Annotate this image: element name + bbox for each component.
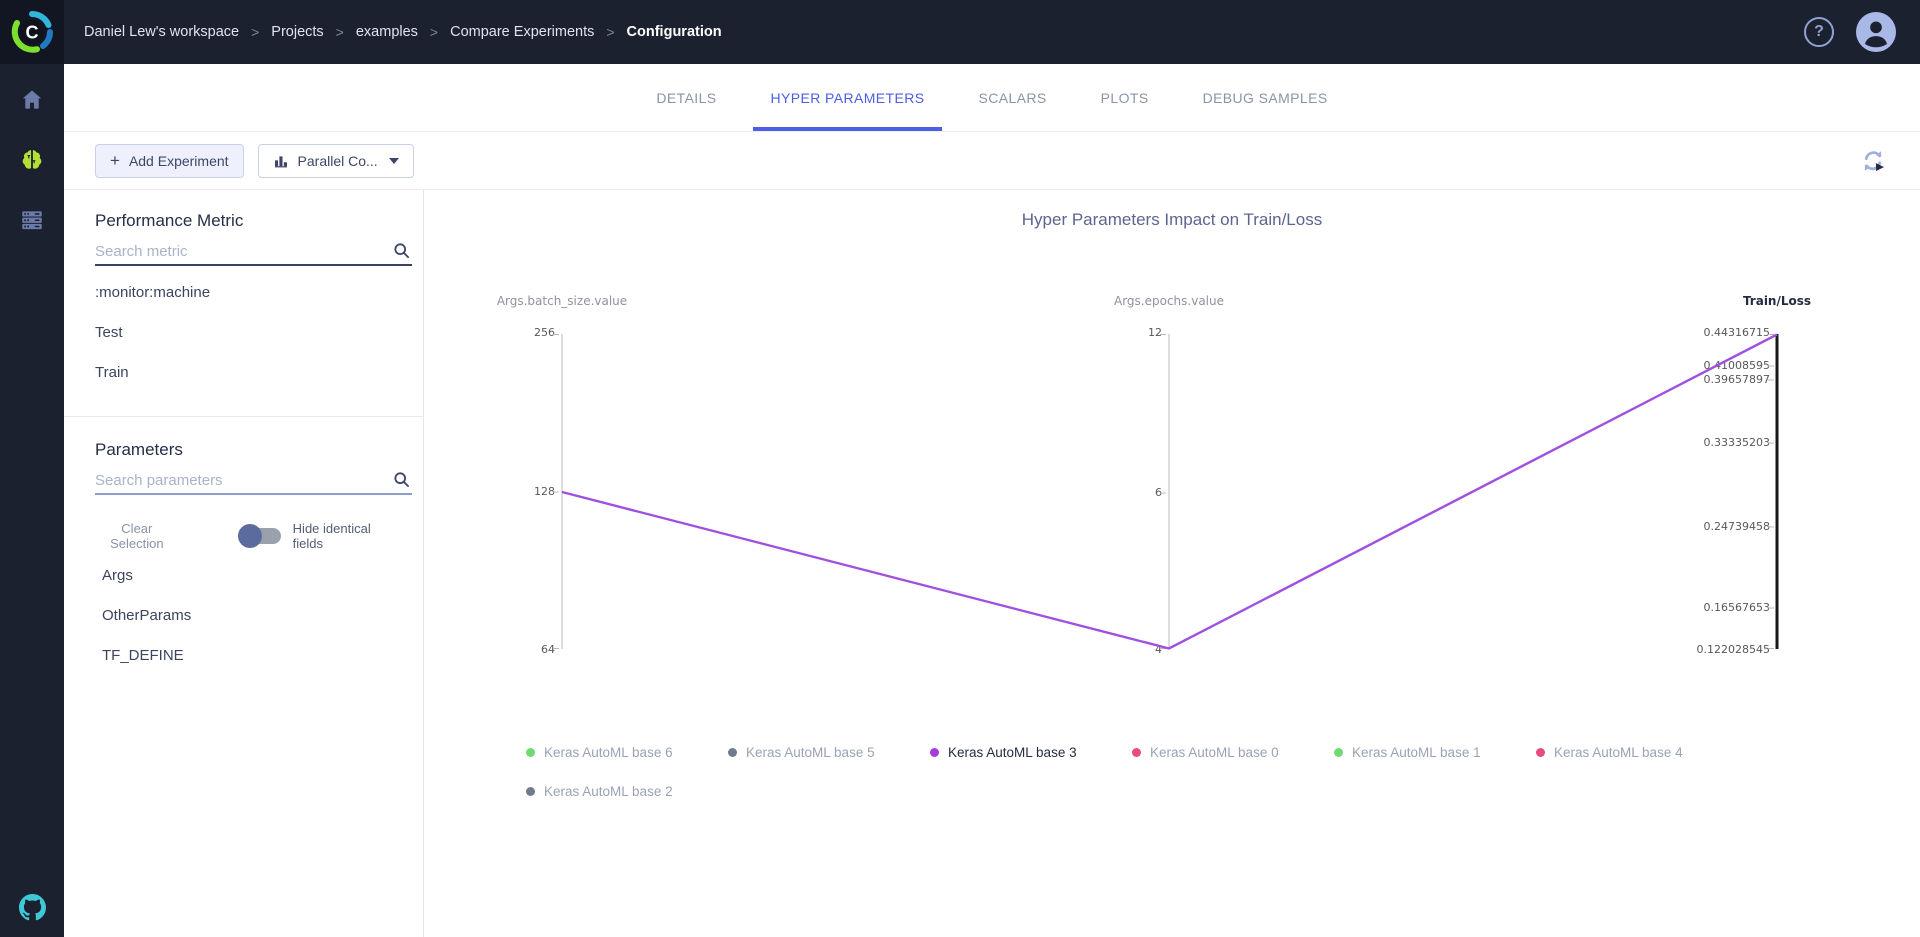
panel-divider bbox=[64, 416, 423, 417]
parallel-coordinates-panel: Hyper Parameters Impact on Train/Loss Ar… bbox=[424, 190, 1920, 937]
breadcrumb-separator: > bbox=[430, 24, 438, 40]
legend-item[interactable]: Keras AutoML base 2 bbox=[526, 781, 728, 801]
selector-panel: Performance Metric :monitor:machine Test… bbox=[64, 190, 424, 937]
parameters-search bbox=[95, 467, 412, 495]
view-mode-dropdown[interactable]: Parallel Co... bbox=[258, 144, 414, 178]
add-experiment-button[interactable]: + Add Experiment bbox=[95, 144, 244, 178]
metric-item-train[interactable]: Train bbox=[95, 352, 399, 392]
parameters-search-input[interactable] bbox=[95, 467, 412, 493]
histogram-icon bbox=[273, 153, 289, 169]
tab-details[interactable]: DETAILS bbox=[638, 64, 734, 131]
axis-label-epochs[interactable]: Args.epochs.value bbox=[1059, 294, 1279, 308]
sidebar-item-workers-queues[interactable] bbox=[0, 194, 64, 246]
legend-item[interactable]: Keras AutoML base 5 bbox=[728, 742, 930, 762]
clearml-logo-icon: C bbox=[10, 10, 54, 54]
auto-refresh-icon bbox=[1859, 147, 1887, 175]
auto-refresh-button[interactable] bbox=[1856, 144, 1890, 178]
metric-item-test[interactable]: Test bbox=[95, 312, 399, 352]
series-color-dot bbox=[1334, 748, 1343, 757]
series-name: Keras AutoML base 0 bbox=[1150, 745, 1279, 760]
workers-queues-icon bbox=[19, 207, 45, 233]
tab-debug-samples[interactable]: DEBUG SAMPLES bbox=[1185, 64, 1346, 131]
app-root: C bbox=[0, 0, 1920, 937]
parameter-item-args[interactable]: Args bbox=[95, 555, 399, 595]
github-icon bbox=[19, 894, 46, 921]
legend-item[interactable]: Keras AutoML base 3 bbox=[930, 742, 1132, 762]
breadcrumb-separator: > bbox=[251, 24, 259, 40]
sidebar-item-projects[interactable] bbox=[0, 134, 64, 186]
parameters-heading: Parameters bbox=[95, 439, 399, 461]
chevron-down-icon bbox=[389, 158, 399, 164]
selection-controls: Clear Selection Hide identical fields bbox=[95, 523, 399, 549]
hide-identical-fields-toggle[interactable] bbox=[241, 528, 281, 544]
series-name: Keras AutoML base 3 bbox=[948, 745, 1077, 760]
search-icon bbox=[393, 242, 410, 259]
performance-metric-heading: Performance Metric bbox=[95, 210, 399, 232]
series-color-dot bbox=[1536, 748, 1545, 757]
plus-icon: + bbox=[110, 152, 120, 169]
legend-item[interactable]: Keras AutoML base 1 bbox=[1334, 742, 1536, 762]
parameters-list: Args OtherParams TF_DEFINE bbox=[95, 555, 399, 675]
user-avatar[interactable] bbox=[1856, 12, 1896, 52]
series-name: Keras AutoML base 4 bbox=[1554, 745, 1683, 760]
top-header: Daniel Lew's workspace > Projects > exam… bbox=[64, 0, 1920, 64]
series-color-dot bbox=[526, 748, 535, 757]
breadcrumb-compare-experiments[interactable]: Compare Experiments bbox=[450, 24, 594, 40]
breadcrumb-examples[interactable]: examples bbox=[356, 24, 418, 40]
tab-hyper-parameters[interactable]: HYPER PARAMETERS bbox=[753, 64, 943, 131]
breadcrumb: Daniel Lew's workspace > Projects > exam… bbox=[84, 24, 722, 40]
sidebar-item-dashboard[interactable] bbox=[0, 74, 64, 126]
toggle-knob bbox=[238, 524, 262, 548]
toolbar: + Add Experiment Parallel Co... bbox=[64, 132, 1920, 190]
parameter-item-otherparams[interactable]: OtherParams bbox=[95, 595, 399, 635]
breadcrumb-separator: > bbox=[606, 24, 614, 40]
compare-tabs: DETAILS HYPER PARAMETERS SCALARS PLOTS D… bbox=[64, 64, 1920, 132]
svg-text:C: C bbox=[26, 23, 39, 43]
tab-plots[interactable]: PLOTS bbox=[1083, 64, 1167, 131]
parallel-coordinates-plot[interactable] bbox=[424, 333, 1920, 650]
series-color-dot bbox=[526, 787, 535, 796]
series-color-dot bbox=[728, 748, 737, 757]
axis-label-batch-size[interactable]: Args.batch_size.value bbox=[452, 294, 672, 308]
sidebar-footer bbox=[0, 891, 64, 937]
metric-search-input[interactable] bbox=[95, 238, 412, 264]
clearml-logo[interactable]: C bbox=[0, 0, 64, 64]
legend-item[interactable]: Keras AutoML base 4 bbox=[1536, 742, 1738, 762]
metric-search bbox=[95, 238, 412, 266]
legend-item[interactable]: Keras AutoML base 0 bbox=[1132, 742, 1334, 762]
parameter-item-tf-define[interactable]: TF_DEFINE bbox=[95, 635, 399, 675]
github-link[interactable] bbox=[0, 891, 64, 923]
series-name: Keras AutoML base 1 bbox=[1352, 745, 1481, 760]
main-column: Daniel Lew's workspace > Projects > exam… bbox=[64, 0, 1920, 937]
breadcrumb-workspace[interactable]: Daniel Lew's workspace bbox=[84, 24, 239, 40]
breadcrumb-configuration: Configuration bbox=[627, 24, 722, 40]
chart-title: Hyper Parameters Impact on Train/Loss bbox=[424, 210, 1920, 230]
breadcrumb-separator: > bbox=[336, 24, 344, 40]
series-name: Keras AutoML base 5 bbox=[746, 745, 875, 760]
home-icon bbox=[19, 87, 45, 113]
series-name: Keras AutoML base 6 bbox=[544, 745, 673, 760]
chart-legend: Keras AutoML base 6 Keras AutoML base 5 Ke… bbox=[526, 742, 1786, 801]
axis-label-train-loss[interactable]: Train/Loss bbox=[1667, 294, 1887, 308]
metric-item-monitor-machine[interactable]: :monitor:machine bbox=[95, 272, 399, 312]
tab-scalars[interactable]: SCALARS bbox=[960, 64, 1064, 131]
series-name: Keras AutoML base 2 bbox=[544, 784, 673, 799]
breadcrumb-projects[interactable]: Projects bbox=[271, 24, 323, 40]
hide-identical-fields-label: Hide identical fields bbox=[293, 521, 399, 551]
question-mark-icon: ? bbox=[1814, 23, 1824, 41]
metric-list: :monitor:machine Test Train bbox=[95, 272, 399, 392]
legend-item[interactable]: Keras AutoML base 6 bbox=[526, 742, 728, 762]
search-icon bbox=[393, 471, 410, 488]
app-sidebar: C bbox=[0, 0, 64, 937]
series-color-dot bbox=[1132, 748, 1141, 757]
help-button[interactable]: ? bbox=[1804, 17, 1834, 47]
projects-brain-icon bbox=[18, 146, 46, 174]
avatar-icon bbox=[1856, 12, 1896, 52]
series-color-dot bbox=[930, 748, 939, 757]
clear-selection-button[interactable]: Clear Selection bbox=[95, 521, 179, 551]
header-actions: ? bbox=[1804, 12, 1896, 52]
content-row: Performance Metric :monitor:machine Test… bbox=[64, 190, 1920, 937]
sidebar-nav bbox=[0, 64, 64, 246]
